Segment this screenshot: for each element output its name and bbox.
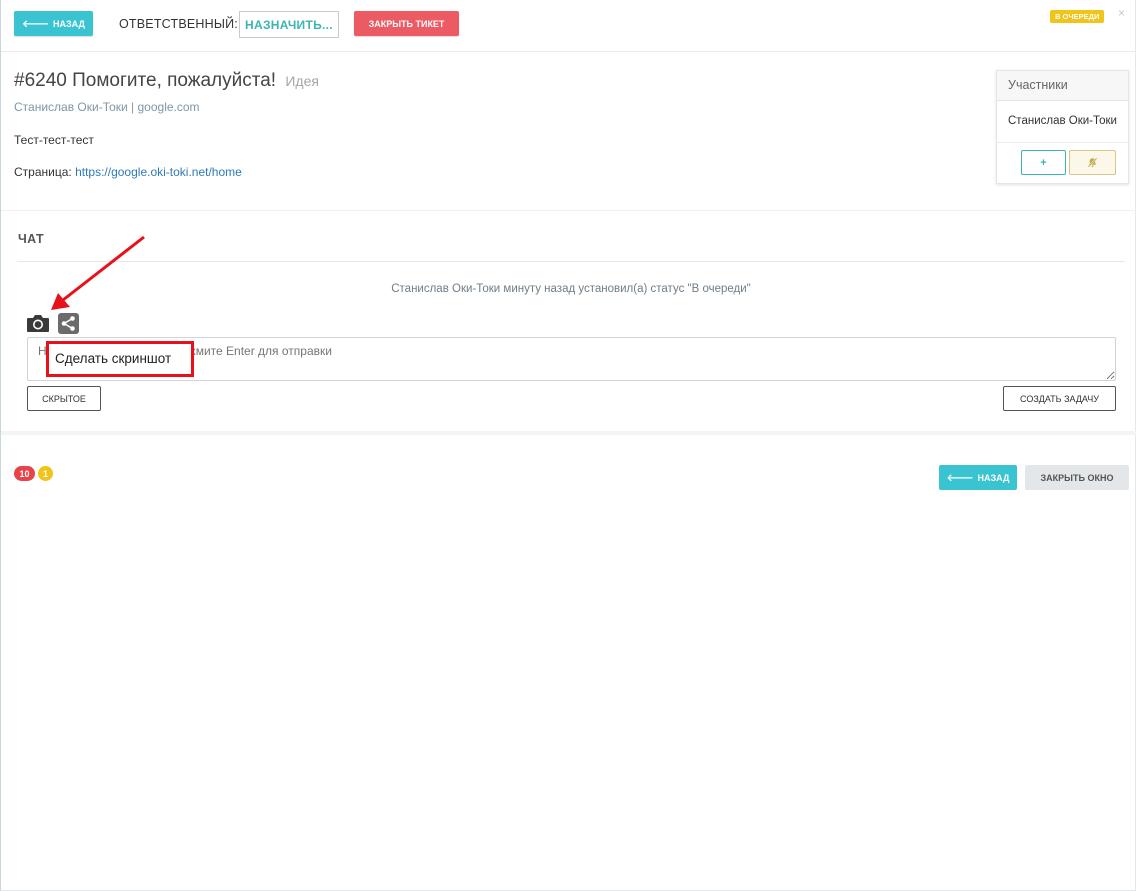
- plus-icon: +: [1040, 156, 1047, 169]
- page-link[interactable]: https://google.oki-toki.net/home: [75, 165, 242, 179]
- top-toolbar: 🡐 НАЗАД ОТВЕТСТВЕННЫЙ: НАЗНАЧИТЬ... ЗАКР…: [1, 0, 1136, 52]
- back-button-label: НАЗАД: [52, 18, 85, 29]
- share-icon[interactable]: [58, 313, 79, 334]
- participants-panel: Участники Станислав Оки-Токи +: [996, 70, 1129, 184]
- annotation-arrow: [51, 235, 145, 310]
- ticket-description: Тест-тест-тест: [14, 133, 94, 147]
- mute-button[interactable]: [1069, 150, 1116, 175]
- participants-heading: Участники: [997, 71, 1128, 101]
- ticket-window: 🡐 НАЗАД ОТВЕТСТВЕННЫЙ: НАЗНАЧИТЬ... ЗАКР…: [0, 0, 1136, 891]
- ticket-title: #6240 Помогите, пожалуйста! Идея: [14, 70, 319, 92]
- footer-back-label: НАЗАД: [977, 472, 1010, 483]
- counter-badge-red: 10: [14, 466, 35, 481]
- arrow-left-icon: 🡐: [22, 18, 49, 30]
- chat-system-message: Станислав Оки-Токи минуту назад установи…: [391, 283, 751, 295]
- ticket-title-text: #6240 Помогите, пожалуйста!: [14, 70, 277, 91]
- add-participant-button[interactable]: +: [1021, 150, 1066, 175]
- create-task-button[interactable]: СОЗДАТЬ ЗАДАЧУ: [1003, 386, 1116, 411]
- footer-back-button[interactable]: 🡐 НАЗАД: [939, 465, 1017, 490]
- ticket-author: Станислав Оки-Токи | google.com: [14, 100, 200, 114]
- status-badge: В ОЧЕРЕДИ: [1050, 10, 1105, 23]
- close-icon[interactable]: ×: [1118, 6, 1125, 20]
- page-label: Страница:: [14, 165, 76, 179]
- close-ticket-button[interactable]: ЗАКРЫТЬ ТИКЕТ: [354, 11, 459, 36]
- counter-badge-yellow: 1: [38, 466, 53, 481]
- arrow-left-icon: 🡐: [946, 472, 974, 484]
- chat-title: ЧАТ: [18, 232, 45, 246]
- camera-icon[interactable]: [26, 313, 50, 333]
- responsible-label: ОТВЕТСТВЕННЫЙ:: [119, 17, 238, 31]
- close-window-button[interactable]: ЗАКРЫТЬ ОКНО: [1025, 465, 1129, 490]
- ticket-page-line: Страница: https://google.oki-toki.net/ho…: [14, 165, 242, 179]
- bell-slash-icon: [1087, 157, 1098, 168]
- divider: [1, 210, 1136, 211]
- participant-name: Станислав Оки-Токи: [997, 101, 1128, 143]
- ticket-type: Идея: [285, 73, 319, 89]
- chat-divider: [17, 261, 1125, 262]
- assign-button[interactable]: НАЗНАЧИТЬ...: [239, 11, 339, 38]
- screenshot-tooltip: Сделать скриншот: [46, 341, 194, 377]
- hidden-message-button[interactable]: СКРЫТОЕ: [27, 386, 101, 411]
- section-divider: [1, 431, 1136, 435]
- back-button[interactable]: 🡐 НАЗАД: [14, 11, 93, 36]
